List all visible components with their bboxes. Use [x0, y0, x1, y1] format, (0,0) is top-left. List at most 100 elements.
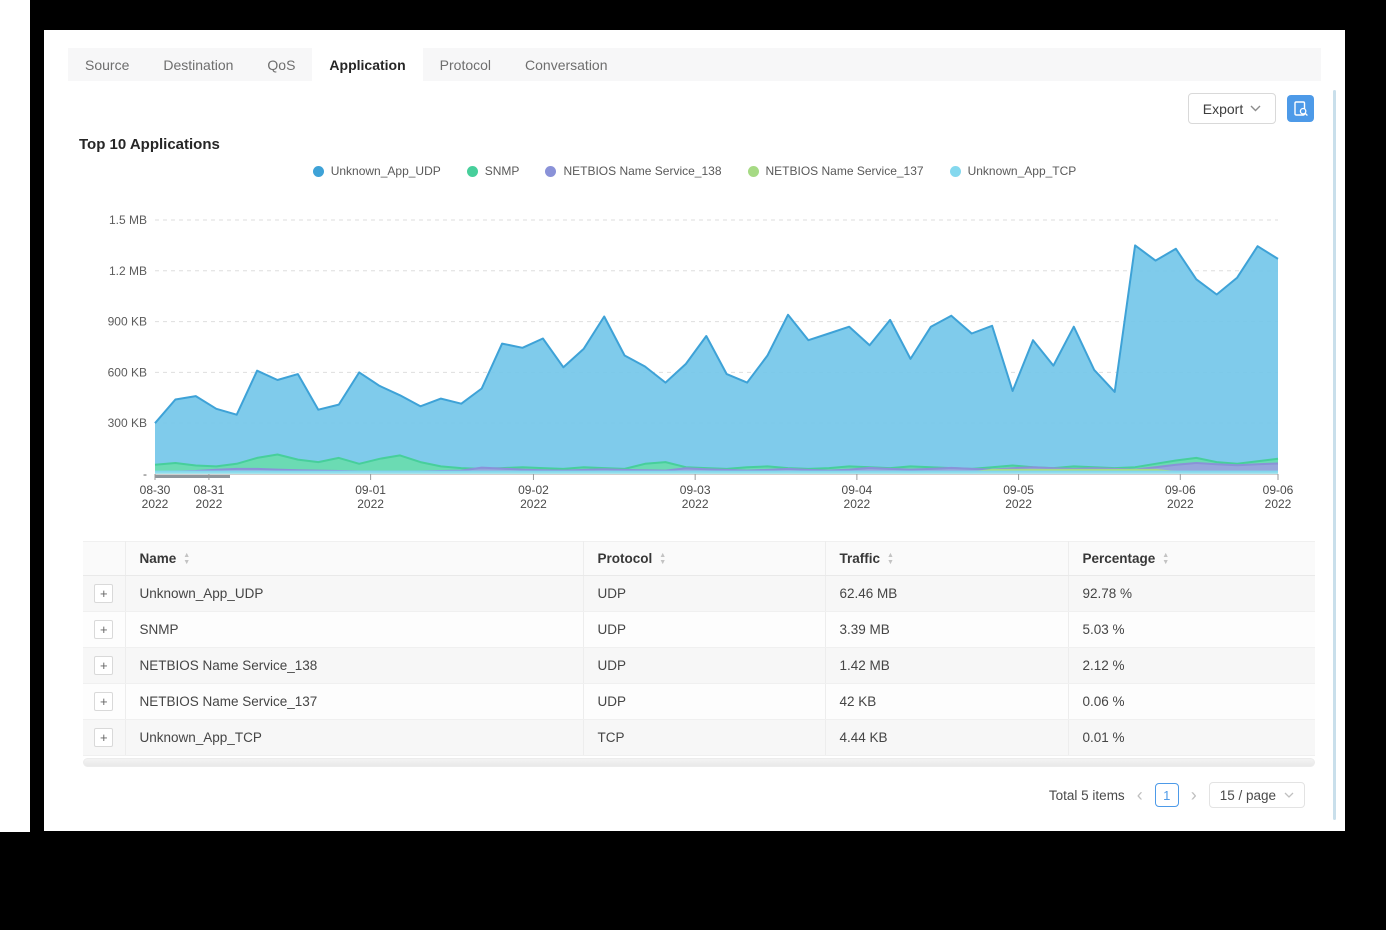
cell-percentage: 0.06 % [1068, 684, 1315, 720]
legend-label: Unknown_App_TCP [968, 164, 1077, 178]
legend-dot-icon [467, 166, 478, 177]
prev-page-button[interactable]: ‹ [1135, 786, 1145, 804]
table-row: + Unknown_App_UDP UDP 62.46 MB 92.78 % [83, 576, 1315, 612]
legend-label: SNMP [485, 164, 520, 178]
tab-protocol[interactable]: Protocol [423, 48, 508, 81]
svg-text:1.5 MB: 1.5 MB [109, 213, 147, 227]
sort-icon[interactable]: ▲▼ [887, 553, 894, 566]
current-page-button[interactable]: 1 [1155, 783, 1179, 807]
column-header-percentage[interactable]: Percentage▲▼ [1068, 542, 1315, 576]
legend-item[interactable]: NETBIOS Name Service_137 [748, 164, 924, 178]
column-header-traffic[interactable]: Traffic▲▼ [825, 542, 1068, 576]
legend-label: Unknown_App_UDP [331, 164, 441, 178]
expand-row-button[interactable]: + [94, 728, 113, 747]
cell-protocol: TCP [583, 720, 825, 756]
cell-traffic: 42 KB [825, 684, 1068, 720]
cell-protocol: UDP [583, 612, 825, 648]
pagination: Total 5 items ‹ 1 › 15 / page [1049, 782, 1305, 808]
app-window: Source Destination QoS Application Proto… [44, 30, 1345, 831]
table-row: + Unknown_App_TCP TCP 4.44 KB 0.01 % [83, 720, 1315, 756]
legend-dot-icon [748, 166, 759, 177]
horizontal-scrollbar[interactable] [83, 758, 1315, 767]
svg-text:2022: 2022 [357, 497, 384, 511]
cell-name: Unknown_App_UDP [125, 576, 583, 612]
traffic-area-chart[interactable]: 1.5 MB1.2 MB900 KB600 KB300 KB-08-302022… [75, 202, 1315, 514]
cell-name: Unknown_App_TCP [125, 720, 583, 756]
tab-source[interactable]: Source [68, 48, 146, 81]
svg-text:2022: 2022 [520, 497, 547, 511]
page-edge-strip [0, 0, 30, 832]
cell-traffic: 1.42 MB [825, 648, 1068, 684]
svg-text:09-02: 09-02 [518, 483, 549, 497]
svg-text:2022: 2022 [196, 497, 223, 511]
expand-row-button[interactable]: + [94, 584, 113, 603]
chart-legend: Unknown_App_UDP SNMP NETBIOS Name Service_… [44, 164, 1345, 178]
report-preview-button[interactable] [1287, 95, 1314, 122]
svg-text:2022: 2022 [1167, 497, 1194, 511]
sort-icon[interactable]: ▲▼ [183, 553, 190, 566]
cell-protocol: UDP [583, 648, 825, 684]
tab-application[interactable]: Application [312, 48, 422, 81]
legend-item[interactable]: NETBIOS Name Service_138 [545, 164, 721, 178]
cell-name: NETBIOS Name Service_138 [125, 648, 583, 684]
expand-row-button[interactable]: + [94, 620, 113, 639]
cell-traffic: 3.39 MB [825, 612, 1068, 648]
svg-text:2022: 2022 [142, 497, 169, 511]
page-size-select[interactable]: 15 / page [1209, 782, 1305, 808]
column-header-name[interactable]: Name▲▼ [125, 542, 583, 576]
svg-text:09-06: 09-06 [1165, 483, 1196, 497]
legend-label: NETBIOS Name Service_137 [766, 164, 924, 178]
svg-text:09-06: 09-06 [1263, 483, 1294, 497]
export-button-label: Export [1203, 101, 1243, 117]
page-title: Top 10 Applications [79, 136, 220, 153]
cell-percentage: 92.78 % [1068, 576, 1315, 612]
svg-text:2022: 2022 [1265, 497, 1292, 511]
legend-dot-icon [545, 166, 556, 177]
cell-name: NETBIOS Name Service_137 [125, 684, 583, 720]
svg-text:1.2 MB: 1.2 MB [109, 264, 147, 278]
chevron-down-icon [1284, 792, 1294, 798]
svg-text:2022: 2022 [844, 497, 871, 511]
chevron-down-icon [1250, 105, 1261, 112]
cell-percentage: 5.03 % [1068, 612, 1315, 648]
cell-traffic: 4.44 KB [825, 720, 1068, 756]
export-button[interactable]: Export [1188, 93, 1276, 124]
table-row: + NETBIOS Name Service_137 UDP 42 KB 0.0… [83, 684, 1315, 720]
tab-bar: Source Destination QoS Application Proto… [68, 48, 1321, 81]
applications-table: Name▲▼ Protocol▲▼ Traffic▲▼ Percentage▲▼… [83, 541, 1315, 756]
svg-text:09-01: 09-01 [355, 483, 386, 497]
svg-text:300 KB: 300 KB [108, 416, 147, 430]
table-row: + SNMP UDP 3.39 MB 5.03 % [83, 612, 1315, 648]
cell-protocol: UDP [583, 684, 825, 720]
svg-text:900 KB: 900 KB [108, 315, 147, 329]
expand-row-button[interactable]: + [94, 656, 113, 675]
sort-icon[interactable]: ▲▼ [1162, 553, 1169, 566]
svg-text:2022: 2022 [1005, 497, 1032, 511]
svg-text:09-03: 09-03 [680, 483, 711, 497]
total-items-label: Total 5 items [1049, 788, 1125, 803]
column-header-protocol[interactable]: Protocol▲▼ [583, 542, 825, 576]
legend-item[interactable]: SNMP [467, 164, 520, 178]
tab-qos[interactable]: QoS [250, 48, 312, 81]
tab-destination[interactable]: Destination [146, 48, 250, 81]
svg-text:600 KB: 600 KB [108, 365, 147, 379]
svg-text:09-05: 09-05 [1003, 483, 1034, 497]
svg-text:2022: 2022 [682, 497, 709, 511]
expand-row-button[interactable]: + [94, 692, 113, 711]
legend-item[interactable]: Unknown_App_UDP [313, 164, 441, 178]
legend-dot-icon [950, 166, 961, 177]
svg-text:08-30: 08-30 [140, 483, 171, 497]
vertical-scrollbar[interactable] [1333, 90, 1336, 820]
cell-percentage: 0.01 % [1068, 720, 1315, 756]
table-header-row: Name▲▼ Protocol▲▼ Traffic▲▼ Percentage▲▼ [83, 542, 1315, 576]
sort-icon[interactable]: ▲▼ [659, 553, 666, 566]
legend-dot-icon [313, 166, 324, 177]
legend-item[interactable]: Unknown_App_TCP [950, 164, 1077, 178]
next-page-button[interactable]: › [1189, 786, 1199, 804]
legend-label: NETBIOS Name Service_138 [563, 164, 721, 178]
tab-conversation[interactable]: Conversation [508, 48, 625, 81]
svg-text:08-31: 08-31 [194, 483, 225, 497]
svg-text:-: - [143, 467, 147, 481]
document-search-icon [1292, 100, 1309, 117]
cell-name: SNMP [125, 612, 583, 648]
